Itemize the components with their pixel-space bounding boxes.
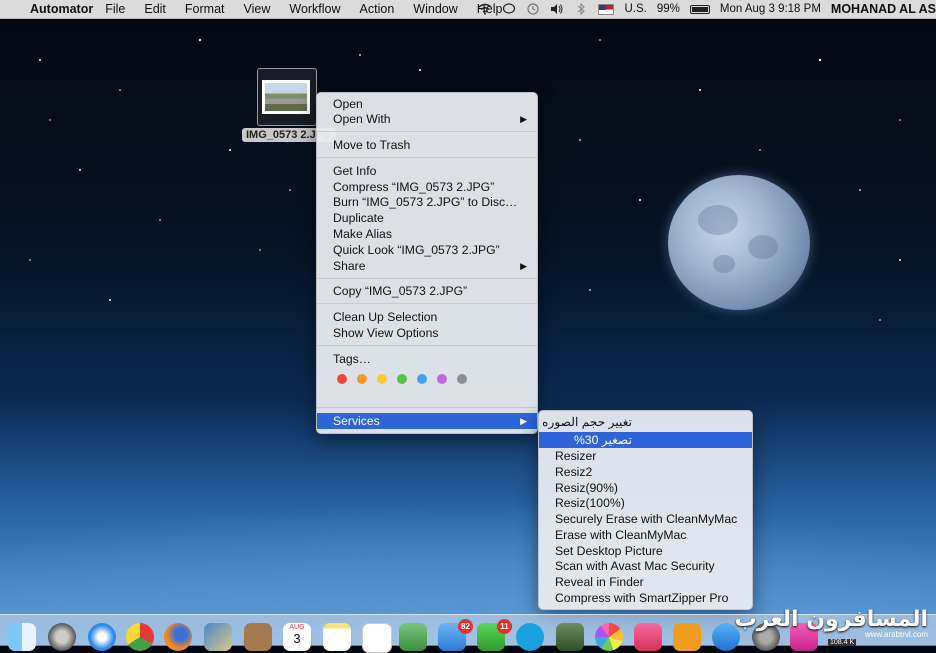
menu-separator (317, 157, 537, 158)
time-machine-icon[interactable] (526, 3, 540, 15)
menu-item-copy[interactable]: Copy “IMG_0573 2.JPG” (317, 283, 537, 299)
tag-colors (337, 374, 477, 384)
submenu-arrow-icon: ▶ (520, 114, 527, 124)
tag-purple[interactable] (437, 374, 447, 384)
menu-separator (317, 278, 537, 279)
chrome-icon[interactable] (126, 623, 154, 651)
tag-green[interactable] (397, 374, 407, 384)
service-item[interactable]: Resizer (539, 448, 752, 464)
file-thumbnail[interactable] (257, 68, 317, 126)
menu-workflow[interactable]: Workflow (289, 2, 340, 16)
safari-icon[interactable] (88, 623, 116, 651)
photos-icon[interactable] (595, 623, 623, 651)
tag-gray[interactable] (457, 374, 467, 384)
moon (668, 175, 810, 310)
menu-item-burn[interactable]: Burn “IMG_0573 2.JPG” to Disc… (317, 194, 537, 210)
submenu-arrow-icon: ▶ (520, 261, 527, 271)
contacts-icon[interactable] (244, 623, 272, 651)
menu-item-view-options[interactable]: Show View Options (317, 325, 537, 341)
firefox-icon[interactable] (164, 623, 192, 651)
watermark-logo: المسافرون العرب www.arabtrvl.com (735, 607, 928, 639)
menu-item-services[interactable]: Services ▶ (317, 413, 537, 429)
menu-item-share[interactable]: Share ▶ (317, 258, 537, 274)
menu-item-open[interactable]: Open (317, 96, 537, 112)
launchpad-icon[interactable] (48, 623, 76, 651)
service-item[interactable]: Resiz(90%) (539, 480, 752, 496)
tag-red[interactable] (337, 374, 347, 384)
mail-badge: 82 (458, 619, 473, 634)
menu-item-clean-up[interactable]: Clean Up Selection (317, 309, 537, 325)
services-submenu: تغيير حجم الصوره تصغير 30% Resizer Resiz… (538, 410, 753, 610)
service-item[interactable]: Compress with SmartZipper Pro (539, 590, 752, 606)
battery-percent[interactable]: 99% (657, 3, 680, 15)
service-item[interactable]: Reveal in Finder (539, 574, 752, 590)
menu-item-make-alias[interactable]: Make Alias (317, 226, 537, 242)
watermark-brand: المسافرون العرب (734, 607, 928, 632)
service-item[interactable]: Scan with Avast Mac Security (539, 558, 752, 574)
status-area: U.S. 99% Mon Aug 3 9:18 PM MOHANAD AL AS (468, 0, 936, 18)
maps-icon[interactable] (399, 623, 427, 651)
battery-icon[interactable] (689, 4, 710, 14)
skype-icon[interactable] (516, 623, 544, 651)
input-source-label[interactable]: U.S. (624, 3, 646, 15)
context-menu: Open Open With ▶ Move to Trash Get Info C… (316, 92, 538, 434)
reminders-icon[interactable] (362, 623, 392, 653)
menu-window[interactable]: Window (413, 2, 457, 16)
photo-thumbnail-image (265, 83, 307, 111)
itunes-icon[interactable] (634, 623, 662, 651)
wifi-icon[interactable] (478, 3, 492, 15)
service-item[interactable]: تغيير حجم الصوره (539, 414, 752, 430)
service-item[interactable]: Set Desktop Picture (539, 543, 752, 559)
tag-blue[interactable] (417, 374, 427, 384)
menu-item-move-to-trash[interactable]: Move to Trash (317, 137, 537, 153)
tag-orange[interactable] (357, 374, 367, 384)
finder-icon[interactable] (8, 623, 36, 651)
service-item[interactable]: Securely Erase with CleanMyMac (539, 511, 752, 527)
menu-item-duplicate[interactable]: Duplicate (317, 210, 537, 226)
menu-separator (317, 345, 537, 346)
menu-item-compress[interactable]: Compress “IMG_0573 2.JPG” (317, 179, 537, 195)
menu-bar: Automator File Edit Format View Workflow… (0, 0, 936, 19)
menu-item-get-info[interactable]: Get Info (317, 163, 537, 179)
facetime-badge: 11 (497, 619, 512, 634)
bluetooth-icon[interactable] (574, 3, 588, 15)
menu-separator (317, 131, 537, 132)
menu-item-tags[interactable]: Tags… (317, 351, 537, 367)
menu-separator (317, 303, 537, 304)
menu-item-open-with[interactable]: Open With ▶ (317, 111, 537, 127)
us-flag-icon[interactable] (598, 3, 615, 15)
ibooks-icon[interactable] (673, 623, 701, 651)
menubar-clock[interactable]: Mon Aug 3 9:18 PM (720, 3, 821, 15)
submenu-arrow-icon: ▶ (520, 416, 527, 426)
menu-format[interactable]: Format (185, 2, 225, 16)
service-item[interactable]: Erase with CleanMyMac (539, 527, 752, 543)
service-item[interactable]: Resiz2 (539, 464, 752, 480)
service-item-selected[interactable]: تصغير 30% (539, 432, 752, 448)
menu-edit[interactable]: Edit (144, 2, 166, 16)
menu-action[interactable]: Action (360, 2, 395, 16)
menu-view[interactable]: View (244, 2, 271, 16)
tag-yellow[interactable] (377, 374, 387, 384)
menu-app-name[interactable]: Automator (30, 2, 93, 16)
iphoto-icon[interactable] (556, 623, 584, 651)
service-item[interactable]: Resiz(100%) (539, 495, 752, 511)
preview-icon[interactable] (204, 623, 232, 651)
menu-item-quick-look[interactable]: Quick Look “IMG_0573 2.JPG” (317, 242, 537, 258)
chat-icon[interactable] (502, 3, 516, 15)
notes-icon[interactable] (323, 623, 351, 651)
volume-icon[interactable] (550, 3, 564, 15)
menu-separator (317, 407, 537, 408)
menu-file[interactable]: File (105, 2, 125, 16)
menubar-user[interactable]: MOHANAD AL AS (831, 2, 936, 16)
calendar-day: 3 (293, 631, 301, 646)
calendar-icon[interactable]: AUG 3 (283, 623, 311, 651)
